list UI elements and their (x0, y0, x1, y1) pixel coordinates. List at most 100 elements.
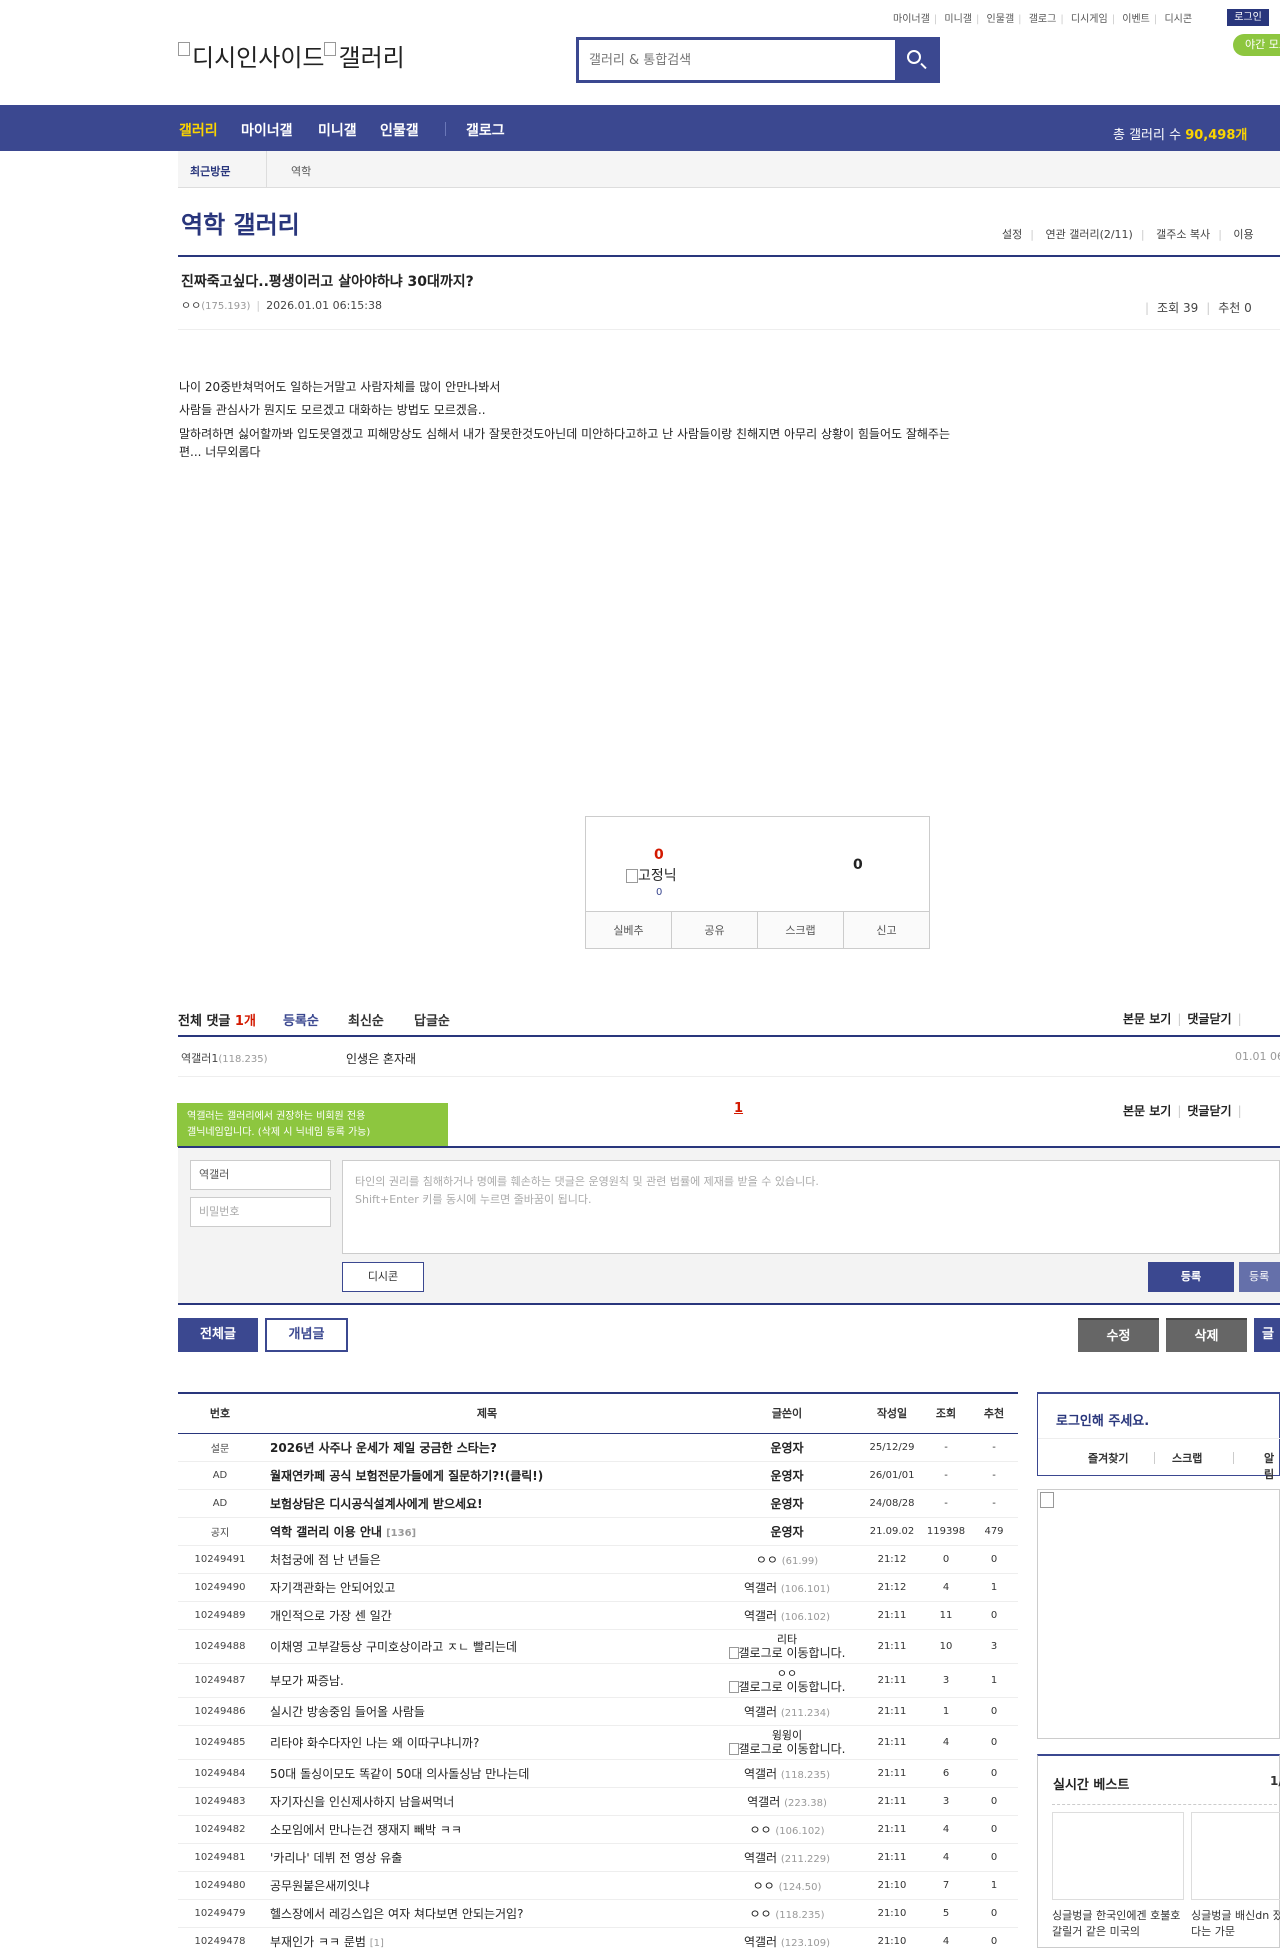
realtime-best-page[interactable]: 1/ (1270, 1774, 1280, 1788)
usage-link[interactable]: 이용 (1233, 228, 1253, 241)
gallog-link[interactable]: 갤로그로 이동합니다. (712, 1646, 862, 1660)
sort-latest[interactable]: 최신순 (348, 1010, 384, 1029)
table-row[interactable]: 설문 2026년 사주나 운세가 제일 궁금한 스타는? 운영자 25/12/29- - (178, 1433, 1018, 1462)
post-title-cell[interactable]: 50대 돌싱이모도 똑같이 50대 의사돌싱남 만나는데 (262, 1759, 712, 1788)
best-caption[interactable]: 싱글벙글 배신dn 졌다는 가문 (1191, 1908, 1280, 1940)
reply-count[interactable]: [136] (386, 1528, 416, 1539)
table-row[interactable]: 10249482 소모임에서 만나는건 쟁재지 빼박 ㅋㅋ ㅇㅇ (106.102)… (178, 1815, 1018, 1844)
post-title-cell[interactable]: 처첩궁에 점 난 년들은 (262, 1545, 712, 1574)
table-row[interactable]: 10249484 50대 돌싱이모도 똑같이 50대 의사돌싱남 만나는데 역갤러 … (178, 1759, 1018, 1788)
gallog-link[interactable]: 갤로그로 이동합니다. (712, 1742, 862, 1756)
post-writer[interactable]: 역갤러 (744, 1705, 777, 1719)
nickname-input[interactable]: 역갤러 (190, 1160, 331, 1190)
post-title-cell[interactable]: 월재연카페 공식 보험전문가들에게 질문하기?!(클릭!) (262, 1461, 712, 1490)
post-title-cell[interactable]: 리타야 화수다자인 나는 왜 이따구냐니까? (262, 1725, 712, 1760)
best-thumbnail[interactable] (1191, 1812, 1280, 1900)
all-posts-button[interactable]: 전체글 (178, 1318, 258, 1352)
post-writer[interactable]: 역갤러 (744, 1851, 777, 1865)
nav-minor[interactable]: 마이너갤 (241, 120, 293, 140)
post-title-cell[interactable]: 실시간 방송중임 들어올 사람들 (262, 1697, 712, 1726)
gallog-link[interactable]: 갤로그로 이동합니다. (712, 1680, 862, 1694)
util-link-minor[interactable]: 마이너갤 (893, 14, 930, 25)
table-row[interactable]: 10249488 이채영 고부갈등상 구미호상이라고 ㅈㄴ 빨리는데 리타 갤로그로 … (178, 1629, 1018, 1664)
login-button[interactable]: 로그인 (1227, 9, 1269, 26)
close-comments-link[interactable]: 댓글닫기 (1187, 1104, 1231, 1118)
favorites-link[interactable]: 즐겨찾기 (1088, 1450, 1128, 1466)
settings-link[interactable]: 설정 (1002, 228, 1022, 241)
post-title-cell[interactable]: 이채영 고부갈등상 구미호상이라고 ㅈㄴ 빨리는데 (262, 1629, 712, 1664)
best-recommend-button[interactable]: 실베추 (586, 912, 672, 948)
post-title-cell[interactable]: 자기객관화는 안되어있고 (262, 1573, 712, 1602)
search-input[interactable] (579, 40, 897, 80)
sort-registered[interactable]: 등록순 (283, 1010, 319, 1029)
report-button[interactable]: 신고 (844, 912, 929, 948)
table-row[interactable]: 10249490 자기객관화는 안되어있고 역갤러 (106.101) 21:12 4 1 (178, 1573, 1018, 1602)
related-gallery-link[interactable]: 연관 갤러리(2/11) (1045, 228, 1132, 241)
share-button[interactable]: 공유 (672, 912, 758, 948)
dccon-button[interactable]: 디시콘 (342, 1262, 424, 1292)
table-row[interactable]: 10249487 부모가 짜증남. ㅇㅇ 갤로그로 이동합니다. 21:11 3 1 (178, 1663, 1018, 1698)
comment-textarea[interactable]: 타인의 권리를 침해하거나 명예를 훼손하는 댓글은 운영원칙 및 관련 법률에… (342, 1160, 1280, 1254)
util-link-dccon[interactable]: 디시콘 (1164, 14, 1192, 25)
post-writer[interactable]: 운영자 (770, 1441, 803, 1455)
table-row[interactable]: 10249481 '카리나' 데뷔 전 영상 유출 역갤러 (211.229) 21:… (178, 1843, 1018, 1872)
write-button[interactable]: 글 (1254, 1318, 1280, 1352)
post-writer[interactable]: 역갤러 (744, 1609, 777, 1623)
post-title-cell[interactable]: 부재인가 ㅋㅋ 룬범 [1] (262, 1927, 712, 1948)
table-row[interactable]: 10249486 실시간 방송중임 들어올 사람들 역갤러 (211.234) 21:… (178, 1697, 1018, 1726)
scrap-link[interactable]: 스크랩 (1172, 1450, 1202, 1466)
search-button[interactable] (895, 40, 937, 80)
reply-count[interactable]: [1] (370, 1938, 384, 1948)
table-row[interactable]: 10249485 리타야 화수다자인 나는 왜 이따구냐니까? 윙윙이 갤로그로 이동… (178, 1725, 1018, 1760)
comment-submit-button[interactable]: 등록 (1148, 1262, 1234, 1292)
post-title-cell[interactable]: 소모임에서 만나는건 쟁재지 빼박 ㅋㅋ (262, 1815, 712, 1844)
delete-button[interactable]: 삭제 (1166, 1318, 1247, 1352)
post-title-cell[interactable]: 자기자신을 인신제사하지 남을써먹너 (262, 1787, 712, 1816)
login-prompt[interactable]: 로그인해 주세요. (1056, 1410, 1149, 1429)
view-body-link[interactable]: 본문 보기 (1123, 1104, 1171, 1118)
best-thumbnail[interactable] (1052, 1812, 1184, 1900)
util-link-game[interactable]: 디시게임 (1071, 14, 1108, 25)
comment-nick[interactable]: 역갤러1(118.235) (181, 1050, 268, 1066)
post-writer[interactable]: 역갤러 (747, 1795, 780, 1809)
scrap-button[interactable]: 스크랩 (758, 912, 844, 948)
concept-posts-button[interactable]: 개념글 (265, 1318, 348, 1352)
table-row[interactable]: 10249483 자기자신을 인신제사하지 남을써먹너 역갤러 (223.38) 21… (178, 1787, 1018, 1816)
post-writer[interactable]: 운영자 (770, 1469, 803, 1483)
recent-visit-label[interactable]: 최근방문 (190, 163, 230, 179)
notification-link[interactable]: 알림 (1264, 1450, 1279, 1482)
recommend-up-count[interactable]: 0 (654, 847, 664, 863)
table-row[interactable]: 10249479 헬스장에서 레깅스입은 여자 쳐다보면 안되는거임? ㅇㅇ (11… (178, 1899, 1018, 1928)
table-row[interactable]: 10249491 처첩궁에 점 난 년들은 ㅇㅇ (61.99) 21:12 0 0 (178, 1545, 1018, 1574)
post-writer[interactable]: 운영자 (770, 1497, 803, 1511)
comment-page-1[interactable]: 1 (734, 1101, 743, 1116)
site-logo[interactable]: 디시인사이드 갤러리 (178, 38, 405, 73)
password-input[interactable]: 비밀번호 (190, 1197, 331, 1227)
nav-gallog[interactable]: 갤로그 (466, 120, 505, 140)
post-writer[interactable]: ㅇㅇ (756, 1553, 778, 1567)
comment-submit-alt-button[interactable]: 등록 (1239, 1262, 1280, 1292)
close-comments-link[interactable]: 댓글닫기 (1187, 1012, 1231, 1026)
post-writer[interactable]: ㅇㅇ (749, 1907, 771, 1921)
post-writer[interactable]: ㅇㅇ (753, 1879, 775, 1893)
table-row[interactable]: 10249480 공무원붙은새끼잇냐 ㅇㅇ (124.50) 21:10 7 1 (178, 1871, 1018, 1900)
nav-gallery[interactable]: 갤러리 (179, 120, 218, 140)
post-writer[interactable]: ㅇㅇ (712, 1667, 862, 1680)
post-writer[interactable]: 역갤러 (744, 1767, 777, 1781)
post-author[interactable]: ㅇㅇ (181, 299, 201, 312)
post-title-cell[interactable]: 보험상담은 디시공식설계사에게 받으세요! (262, 1489, 712, 1518)
gallery-title[interactable]: 역학 갤러리 (181, 205, 300, 240)
table-row[interactable]: AD 보험상담은 디시공식설계사에게 받으세요! 운영자 24/08/28- - (178, 1489, 1018, 1518)
util-link-person[interactable]: 인물갤 (987, 14, 1015, 25)
post-title-cell[interactable]: 부모가 짜증남. (262, 1663, 712, 1698)
util-link-gallog[interactable]: 갤로그 (1029, 14, 1057, 25)
best-caption[interactable]: 싱글벙글 한국인에겐 호불호 갈릴거 같은 미국의 (1052, 1908, 1184, 1940)
util-link-event[interactable]: 이벤트 (1122, 14, 1150, 25)
post-writer[interactable]: ㅇㅇ (749, 1823, 771, 1837)
post-writer[interactable]: 윙윙이 (712, 1729, 862, 1742)
nav-mini[interactable]: 미니갤 (318, 120, 357, 140)
post-title-cell[interactable]: 2026년 사주나 운세가 제일 궁금한 스타는? (262, 1433, 712, 1462)
table-row[interactable]: 10249478 부재인가 ㅋㅋ 룬범 [1] 역갤러 (123.109) 21:10… (178, 1927, 1018, 1948)
night-mode-button[interactable]: 야간 모드 (1233, 34, 1280, 56)
post-title-cell[interactable]: 헬스장에서 레깅스입은 여자 쳐다보면 안되는거임? (262, 1899, 712, 1928)
